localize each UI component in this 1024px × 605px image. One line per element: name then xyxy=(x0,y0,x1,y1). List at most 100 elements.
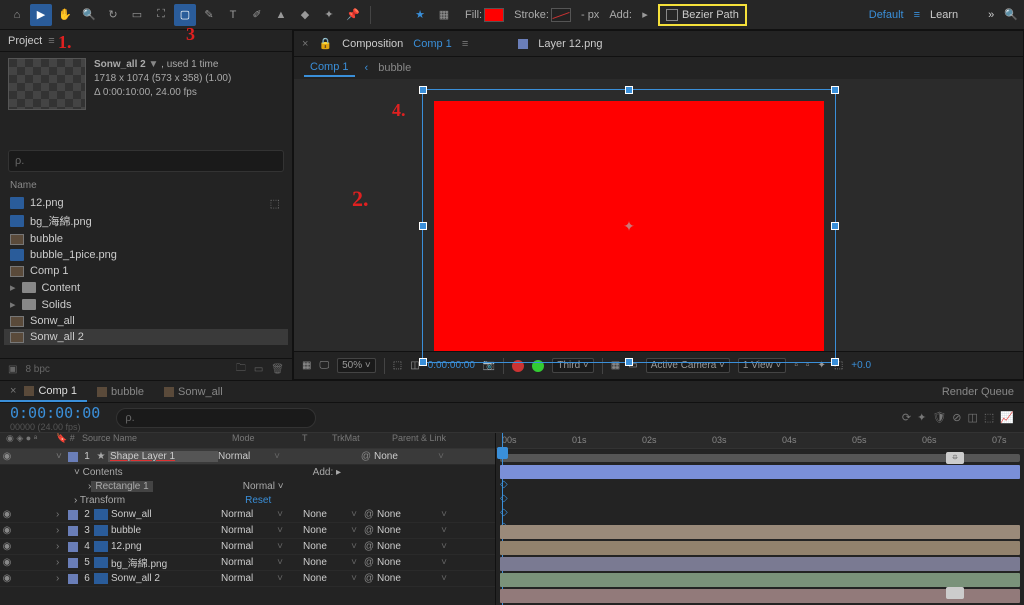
home-icon[interactable]: ⌂ xyxy=(6,4,28,26)
twirl-icon[interactable]: › xyxy=(56,525,68,536)
trkmat[interactable]: None xyxy=(303,541,347,552)
twirl-icon[interactable]: › xyxy=(56,557,68,568)
fill-swatch[interactable] xyxy=(484,8,504,22)
visibility-icon[interactable]: ◉ xyxy=(0,525,14,536)
exposure[interactable]: +0.0 xyxy=(851,360,871,371)
layer-tab[interactable]: Layer 12.png xyxy=(538,38,602,50)
twirl-icon[interactable]: › xyxy=(56,509,68,520)
composition-viewer[interactable]: ✦ xyxy=(294,79,1023,351)
trkmat[interactable]: None xyxy=(303,509,347,520)
visibility-icon[interactable]: ◉ xyxy=(0,509,14,520)
track-bar[interactable] xyxy=(500,525,1020,539)
lock-icon[interactable]: 🔒 xyxy=(318,37,332,50)
parent-dd-icon[interactable]: ˅ xyxy=(437,509,451,520)
parent[interactable]: None xyxy=(377,573,437,584)
tl-icon-6[interactable]: ⬚ xyxy=(984,411,994,424)
layer-row[interactable]: ◉›3bubbleNormal˅None˅@None˅ xyxy=(0,523,495,539)
project-menu-icon[interactable]: ≡ xyxy=(48,35,54,47)
rectangle-tool[interactable]: ▢ xyxy=(174,4,196,26)
anchor-tool[interactable]: ⛶ xyxy=(150,4,172,26)
grid-icon[interactable]: ▦ xyxy=(433,4,455,26)
layer-row[interactable]: ◉˅1★Shape Layer 1Normal˅@None˅ xyxy=(0,449,495,465)
graph-editor-icon[interactable]: 📈 xyxy=(1000,411,1014,424)
pickwhip-icon[interactable]: @ xyxy=(361,573,377,584)
mode-dd-icon[interactable]: ˅ xyxy=(273,541,287,552)
project-item[interactable]: ▸Content xyxy=(4,279,288,296)
col-source[interactable]: Source Name xyxy=(78,433,232,448)
trash-icon[interactable]: 🗑 xyxy=(271,364,284,375)
mode-dd-icon[interactable]: ˅ xyxy=(273,525,287,536)
layer-color[interactable] xyxy=(68,526,78,536)
mode-dd-icon[interactable]: ˅ xyxy=(273,573,287,584)
trk-dd-icon[interactable]: ˅ xyxy=(347,509,361,520)
blend-mode[interactable]: Normal xyxy=(221,573,273,584)
roi-icon[interactable]: ⬚ xyxy=(393,360,402,371)
parent-dd-icon[interactable]: ˅ xyxy=(437,557,451,568)
clone-tool[interactable]: ▲ xyxy=(270,4,292,26)
rotation-tool[interactable]: ▭ xyxy=(126,4,148,26)
twirl-icon[interactable]: ˅ xyxy=(56,451,68,462)
twirl-icon[interactable]: › xyxy=(56,573,68,584)
selection-tool[interactable]: ▶ xyxy=(30,4,52,26)
layer-name[interactable]: Sonw_all xyxy=(111,509,221,520)
new-folder-icon[interactable]: 🗀 xyxy=(236,361,246,378)
handle-r[interactable] xyxy=(831,222,839,230)
layer-name[interactable]: bg_海綿.png xyxy=(111,555,221,570)
project-search[interactable]: ρ. xyxy=(8,150,284,172)
handle-t[interactable] xyxy=(625,86,633,94)
hand-tool[interactable]: ✋ xyxy=(54,4,76,26)
learn-link[interactable]: Learn xyxy=(930,9,958,21)
blend-mode[interactable]: Normal xyxy=(221,509,273,520)
time-ruler[interactable]: 00s01s02s03s04s05s06s07s xyxy=(496,433,1024,449)
breadcrumb-comp1[interactable]: Comp 1 xyxy=(304,59,355,77)
reset-link[interactable]: Reset xyxy=(245,495,271,506)
add-menu-icon[interactable]: ▸ xyxy=(634,4,656,26)
parent-dd-icon[interactable]: ˅ xyxy=(437,541,451,552)
label-icon[interactable]: ⬚ xyxy=(270,197,280,210)
help-icon[interactable]: 🔍 xyxy=(1004,8,1018,21)
zoom-tool[interactable]: 🔍 xyxy=(78,4,100,26)
project-item[interactable]: Sonw_all 2 xyxy=(4,329,288,345)
pen-tool[interactable]: ✎ xyxy=(198,4,220,26)
timeline-search[interactable]: ρ. xyxy=(116,408,316,428)
project-item[interactable]: Comp 1 xyxy=(4,263,288,279)
handle-tl[interactable] xyxy=(419,86,427,94)
interpret-icon[interactable]: ▣ xyxy=(8,364,17,375)
orbit-tool[interactable]: ↻ xyxy=(102,4,124,26)
handle-br[interactable] xyxy=(831,358,839,366)
breadcrumb-bubble[interactable]: bubble xyxy=(378,62,411,74)
render-queue-tab[interactable]: Render Queue xyxy=(932,381,1024,402)
star-icon[interactable]: ★ xyxy=(409,4,431,26)
project-item[interactable]: Sonw_all xyxy=(4,313,288,329)
layer-color[interactable] xyxy=(68,510,78,520)
layer-end-marker[interactable] xyxy=(946,587,964,599)
mode-dd-icon[interactable]: ˅ xyxy=(273,509,287,520)
col-t[interactable]: T xyxy=(302,433,332,448)
transform-row[interactable]: › TransformReset xyxy=(0,493,495,507)
project-item[interactable]: bubble xyxy=(4,231,288,247)
track-bar[interactable] xyxy=(500,573,1020,587)
project-name-col[interactable]: Name xyxy=(0,176,292,195)
col-mode[interactable]: Mode xyxy=(232,433,302,448)
rectangle-row[interactable]: › Rectangle 1Normal ˅ xyxy=(0,479,495,493)
col-trkmat[interactable]: TrkMat xyxy=(332,433,392,448)
layer-name[interactable]: 12.png xyxy=(111,541,221,552)
contents-row[interactable]: ˅ ContentsAdd: ▸ xyxy=(0,465,495,479)
project-item[interactable]: 12.png xyxy=(4,195,262,211)
parent[interactable]: None xyxy=(374,451,434,462)
mode-dd-icon[interactable]: ˅ xyxy=(273,557,287,568)
zoom-dropdown[interactable]: 50% ˅ xyxy=(337,358,376,373)
track-bar[interactable] xyxy=(500,541,1020,555)
parent[interactable]: None xyxy=(377,525,437,536)
project-item[interactable]: bubble_1pice.png xyxy=(4,247,288,263)
pickwhip-icon[interactable]: @ xyxy=(361,557,377,568)
pickwhip-icon[interactable]: @ xyxy=(361,509,377,520)
visibility-icon[interactable]: ◉ xyxy=(0,451,14,462)
eraser-tool[interactable]: ◆ xyxy=(294,4,316,26)
tl-icon-2[interactable]: ✦ xyxy=(917,411,926,424)
keyframe-mark[interactable]: ◇ xyxy=(500,479,508,490)
brush-tool[interactable]: ✐ xyxy=(246,4,268,26)
layer-name[interactable]: Shape Layer 1 xyxy=(108,451,218,462)
layer-row[interactable]: ◉›412.pngNormal˅None˅@None˅ xyxy=(0,539,495,555)
workspace-menu-icon[interactable]: ≡ xyxy=(914,9,920,21)
